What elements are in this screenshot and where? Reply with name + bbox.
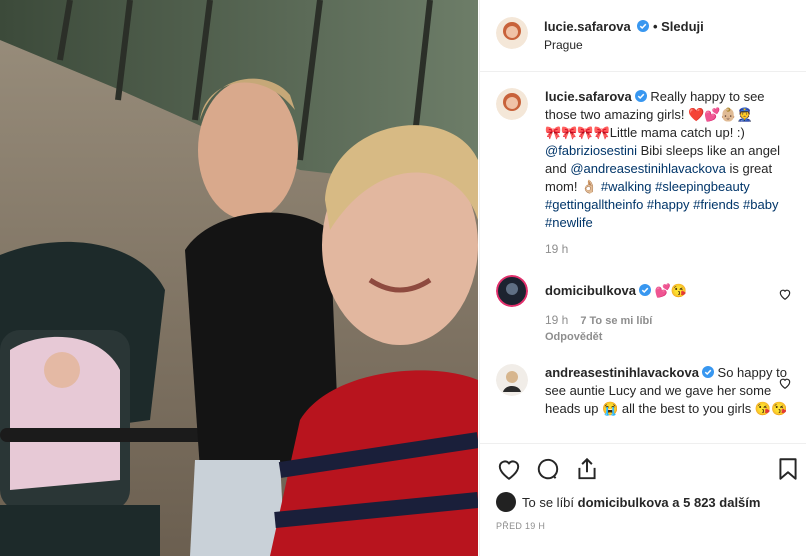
comment-time[interactable]: 19 h	[545, 313, 568, 327]
comment-text: 💕😘	[654, 283, 688, 298]
likes-summary: To se líbí domicibulkova a 5 823 dalším	[496, 492, 760, 512]
verified-icon	[701, 366, 714, 378]
comments-list[interactable]: lucie.safarova Really happy to see those…	[480, 72, 806, 442]
caption-time[interactable]: 19 h	[545, 242, 796, 256]
post-actions: To se líbí domicibulkova a 5 823 dalším …	[480, 443, 806, 557]
post-panel: lucie.safarova • Sleduji Prague lucie.sa…	[479, 0, 806, 556]
likes-prefix: To se líbí	[522, 495, 578, 510]
post-date[interactable]: PŘED 19 H	[496, 521, 545, 531]
liker-avatar[interactable]	[496, 492, 516, 512]
avatar-image	[496, 88, 528, 120]
comment-like-heart-icon[interactable]	[778, 376, 792, 390]
comment-like-heart-icon[interactable]	[778, 287, 792, 301]
caption-line2: 🎀🎀🎀🎀Little mama catch up! :)	[545, 125, 745, 140]
post-photo[interactable]	[0, 0, 478, 556]
comment-body: domicibulkova 💕😘	[545, 275, 796, 300]
share-icon[interactable]	[574, 456, 600, 482]
comment-item: domicibulkova 💕😘 19 h 7 To se mi líbí Odp…	[496, 275, 796, 343]
caption-comment: lucie.safarova Really happy to see those…	[496, 88, 796, 256]
verified-icon	[637, 20, 650, 32]
location-link[interactable]: Prague	[544, 38, 583, 52]
save-bookmark-icon[interactable]	[775, 456, 801, 482]
comment-likes[interactable]: 7 To se mi líbí	[580, 315, 652, 327]
photo-image	[0, 0, 478, 556]
caption-avatar[interactable]	[496, 88, 528, 120]
mention-andreasestinihlavackova[interactable]: @andreasestinihlavackova	[570, 161, 726, 176]
verified-icon	[639, 284, 652, 296]
avatar-image	[496, 364, 528, 396]
post-header: lucie.safarova • Sleduji Prague	[480, 0, 806, 72]
likes-count[interactable]: a 5 823 dalším	[669, 495, 760, 510]
avatar-image	[496, 275, 528, 307]
header-line: lucie.safarova • Sleduji	[544, 19, 704, 34]
caption-text: lucie.safarova Really happy to see those…	[545, 88, 796, 232]
comment-meta: 19 h 7 To se mi líbí	[545, 313, 796, 327]
reply-button[interactable]: Odpovědět	[545, 331, 796, 343]
verified-icon	[634, 90, 647, 102]
comment-icon[interactable]	[535, 456, 561, 482]
comment-author[interactable]: domicibulkova	[545, 283, 636, 298]
liker-username[interactable]: domicibulkova	[578, 495, 669, 510]
author-username[interactable]: lucie.safarova	[544, 19, 631, 34]
author-avatar[interactable]	[496, 17, 528, 49]
comment-avatar[interactable]	[496, 364, 528, 396]
avatar-image	[496, 17, 528, 49]
comment-item: andreasestinihlavackova So happy to see …	[496, 364, 796, 418]
comment-author[interactable]: andreasestinihlavackova	[545, 365, 699, 380]
mention-fabriziosestini[interactable]: @fabriziosestini	[545, 143, 637, 158]
like-heart-icon[interactable]	[496, 456, 522, 482]
caption-author[interactable]: lucie.safarova	[545, 89, 632, 104]
comment-avatar[interactable]	[496, 275, 528, 307]
comment-body: andreasestinihlavackova So happy to see …	[545, 364, 796, 418]
following-button[interactable]: • Sleduji	[653, 19, 704, 34]
